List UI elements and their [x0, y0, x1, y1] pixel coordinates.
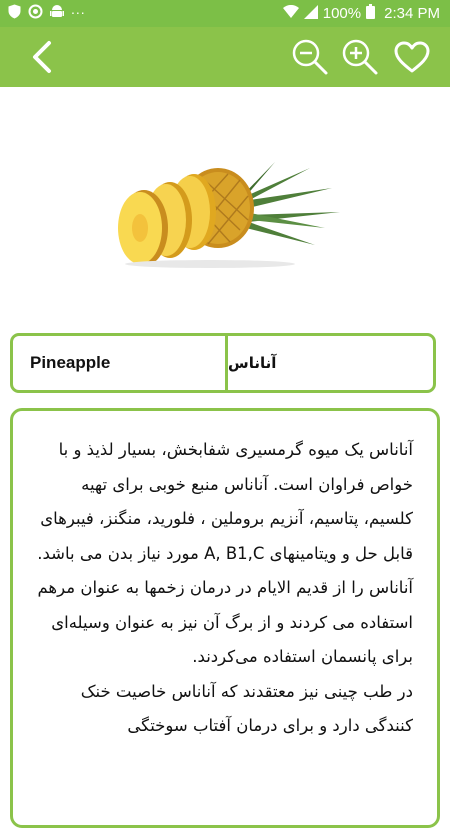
battery-icon: [366, 4, 376, 23]
status-bar: ... 100% 2:34 PM: [0, 0, 450, 27]
description-panel[interactable]: آناناس یک میوه گرمسیری شفابخش، بسیار لذی…: [10, 408, 440, 828]
fruit-name-english: Pineapple: [13, 336, 228, 390]
chevron-left-icon: [33, 41, 51, 73]
zoom-out-icon: [292, 39, 328, 75]
system-icons: 100% 2:34 PM: [282, 4, 440, 23]
app-bar: [0, 27, 450, 87]
clock: 2:34 PM: [384, 5, 440, 22]
more-notifications: ...: [71, 0, 86, 17]
shield-icon: [8, 4, 21, 19]
fruit-name-table: Pineapple آناناس: [10, 333, 436, 393]
zoom-out-button[interactable]: [288, 35, 332, 79]
fruit-description: آناناس یک میوه گرمسیری شفابخش، بسیار لذی…: [37, 440, 413, 735]
android-icon: [50, 4, 64, 19]
fruit-name-persian: آناناس: [228, 354, 277, 372]
signal-icon: [303, 4, 318, 23]
favorite-button[interactable]: [390, 35, 434, 79]
data-saver-icon: [28, 4, 43, 19]
battery-percent: 100%: [322, 5, 362, 22]
zoom-in-button[interactable]: [338, 35, 382, 79]
wifi-icon: [282, 4, 299, 22]
zoom-in-icon: [342, 39, 378, 75]
heart-icon: [394, 41, 430, 73]
pineapple-image: [118, 158, 340, 268]
notification-icons: ...: [8, 0, 86, 19]
back-button[interactable]: [20, 35, 64, 79]
